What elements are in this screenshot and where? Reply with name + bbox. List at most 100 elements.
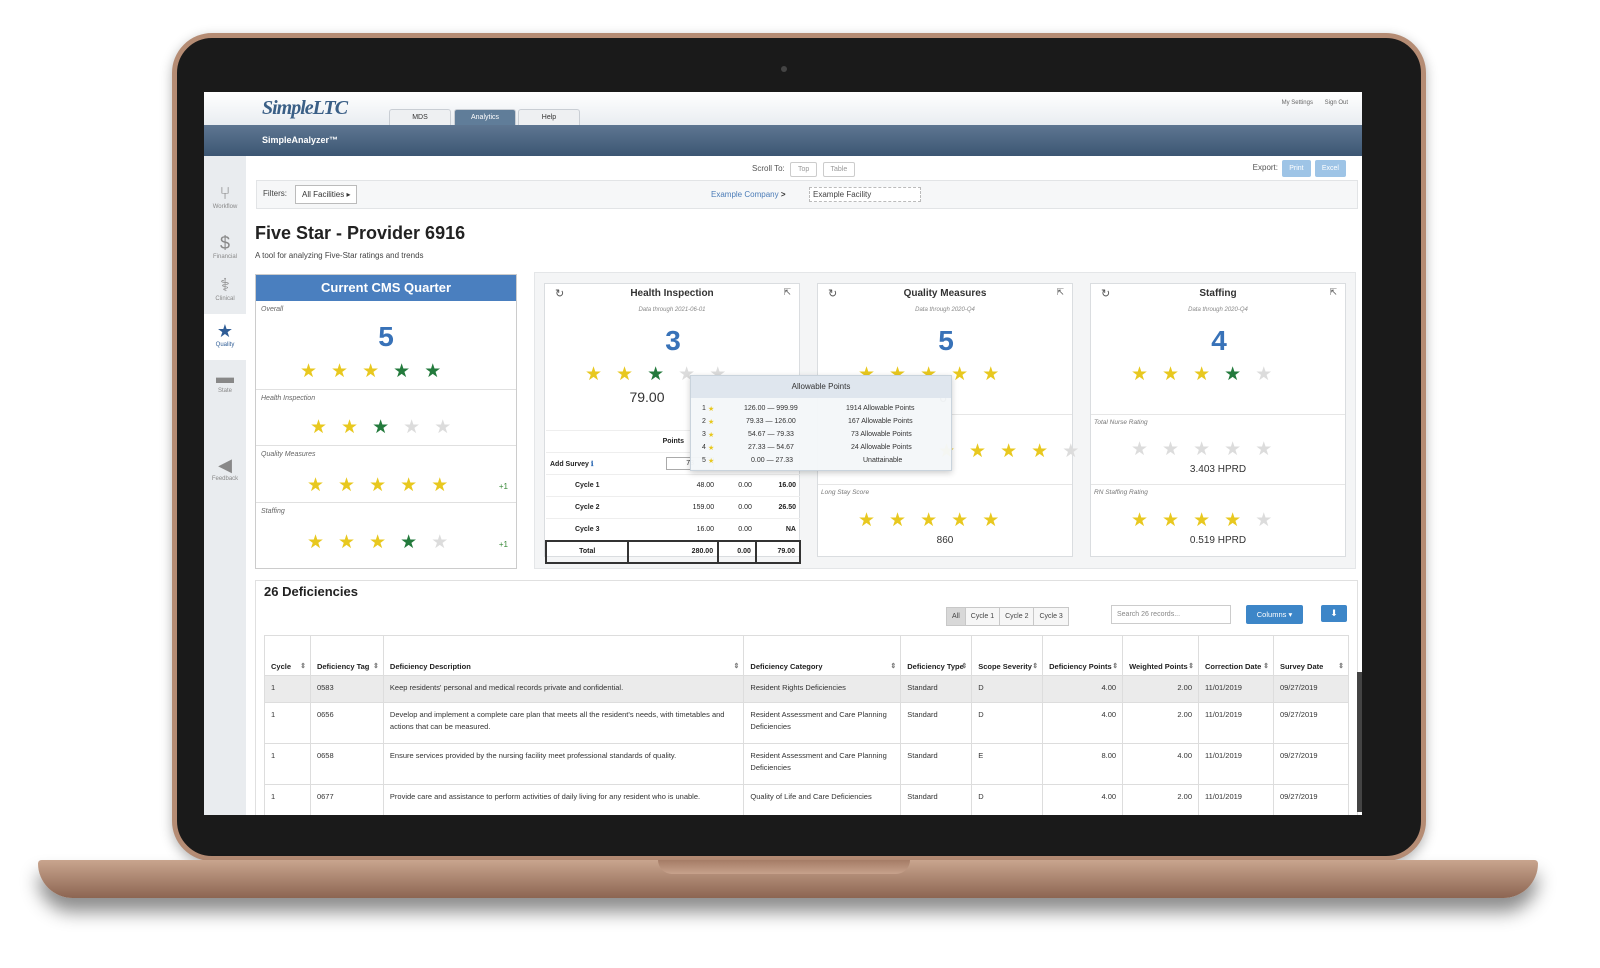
column-header[interactable]: Deficiency Points ⇕: [1042, 635, 1124, 676]
filter-all-button[interactable]: All: [946, 607, 966, 626]
star-icon: ★: [362, 361, 380, 382]
empty-star-icon: ★: [1224, 439, 1242, 460]
rn-staffing-value: 0.519 HPRD: [1189, 535, 1247, 546]
column-header[interactable]: Scope Severity ⇕: [971, 635, 1044, 676]
download-icon[interactable]: ⬇: [1321, 605, 1347, 622]
tooltip-title: Allowable Points: [691, 376, 951, 398]
sidebar-item-label: Workflow: [212, 204, 238, 210]
sort-icon: ⇕: [1263, 663, 1269, 670]
filters-label: Filters:: [263, 189, 287, 198]
star-icon: ★: [431, 475, 449, 496]
table-row[interactable]: 1 0583 Keep residents' personal and medica…: [264, 675, 1350, 703]
sign-out-link[interactable]: Sign Out: [1325, 100, 1348, 106]
facility-selector[interactable]: Example Facility: [809, 187, 921, 202]
breadcrumb-company[interactable]: Example Company: [711, 190, 779, 199]
overall-stars: ★ ★ ★ ★ ★: [300, 362, 455, 382]
column-header[interactable]: Survey Date ⇕: [1272, 635, 1350, 676]
sidebar-item-quality[interactable]: ★ Quality: [204, 314, 246, 360]
scroll-table-button[interactable]: Table: [822, 162, 856, 177]
sidebar-item-state[interactable]: ▬ State: [204, 360, 246, 406]
sort-icon: ⇕: [300, 663, 306, 670]
sidebar-item-label: Quality: [215, 342, 235, 348]
column-header[interactable]: Deficiency Type ⇕: [900, 635, 973, 676]
export-bar: Export: Print Excel: [1253, 160, 1346, 177]
deficiency-search-input[interactable]: Search 26 records...: [1111, 605, 1231, 624]
my-settings-link[interactable]: My Settings: [1282, 100, 1313, 106]
star-icon: ★: [1131, 364, 1149, 385]
tab-help[interactable]: Help: [518, 109, 580, 125]
star-icon: ★: [1031, 441, 1049, 462]
sort-icon: ⇕: [1032, 663, 1039, 670]
vertical-scrollbar[interactable]: [1357, 672, 1362, 812]
dollar-icon: $: [219, 233, 230, 253]
table-row[interactable]: 1 0658 Ensure services provided by the nur…: [264, 743, 1350, 785]
health-rating: 3: [665, 325, 681, 356]
sidebar-item-clinical[interactable]: ⚕ Clinical: [204, 268, 246, 314]
sidebar-item-label: State: [217, 388, 232, 394]
star-icon: ★: [1162, 364, 1180, 385]
table-row[interactable]: 1 0677 Provide care and assistance to perf…: [264, 784, 1350, 815]
staffing-stars: ★ ★ ★ ★ ★: [307, 533, 462, 553]
star-icon: ★: [393, 361, 411, 382]
table-row: Cycle 3 16.00 0.00 NA: [546, 518, 800, 541]
column-header[interactable]: Cycle ⇕: [264, 635, 311, 676]
sort-icon: ⇕: [1188, 663, 1194, 670]
column-header[interactable]: Deficiency Category ⇕: [743, 635, 902, 676]
tooltip-row: 5 ★ 0.00 — 27.33 Unattainable: [702, 457, 903, 465]
star-icon: ★: [341, 417, 359, 438]
column-header[interactable]: Correction Date ⇕: [1198, 635, 1274, 676]
star-icon: ★: [300, 361, 318, 382]
qm-stars: ★ ★ ★ ★ ★: [307, 476, 462, 496]
star-icon: ★: [307, 475, 325, 496]
rn-staffing-label: RN Staffing Rating: [1094, 489, 1148, 496]
star-icon: ★: [647, 364, 665, 385]
scroll-top-button[interactable]: Top: [790, 162, 818, 177]
filter-cycle1-button[interactable]: Cycle 1: [964, 607, 1001, 626]
sidebar-item-financial[interactable]: $ Financial: [204, 226, 246, 272]
sidebar-item-workflow[interactable]: ⑂ Workflow: [204, 176, 246, 222]
app-logo: SimpleLTC: [262, 97, 348, 119]
stethoscope-icon: ⚕: [220, 275, 230, 295]
table-row: Cycle 1 48.00 0.00 16.00: [546, 474, 800, 497]
print-button[interactable]: Print: [1282, 160, 1311, 177]
star-icon: ★: [982, 364, 1000, 385]
total-nurse-value: 3.403 HPRD: [1189, 464, 1247, 475]
empty-star-icon: ★: [1255, 439, 1273, 460]
filter-cycle2-button[interactable]: Cycle 2: [999, 607, 1035, 626]
sidebar-item-feedback[interactable]: ◀ Feedback: [204, 448, 246, 494]
star-icon: ★: [858, 510, 876, 531]
empty-star-icon: ★: [403, 417, 421, 438]
short-stay-stars: ★★★★★: [938, 442, 1093, 462]
star-icon: ★: [889, 510, 907, 531]
facility-filter-select[interactable]: All Facilities ▸: [295, 185, 358, 204]
staffing-card-stars: ★ ★ ★ ★ ★: [1131, 365, 1286, 385]
columns-button[interactable]: Columns ▾: [1246, 605, 1303, 624]
star-icon: ★: [400, 532, 418, 553]
column-header[interactable]: Deficiency Description ⇕: [382, 635, 745, 676]
tooltip-row: 4 ★ 27.33 — 54.67 24 Allowable Points: [702, 444, 912, 452]
column-header[interactable]: Weighted Points ⇕: [1122, 635, 1199, 676]
star-icon: ★: [951, 364, 969, 385]
excel-button[interactable]: Excel: [1314, 160, 1346, 177]
long-stay-stars: ★ ★ ★ ★ ★: [858, 511, 1013, 531]
sort-icon: ⇕: [733, 663, 740, 670]
star-icon: ★: [920, 510, 938, 531]
workflow-icon: ⑂: [219, 183, 231, 203]
breadcrumb: Example Company >: [711, 190, 786, 199]
tab-mds[interactable]: MDS: [389, 109, 451, 125]
add-survey-label: Add Survey: [550, 460, 589, 468]
star-icon: ★: [338, 532, 356, 553]
tab-analytics[interactable]: Analytics: [454, 109, 516, 125]
facility-filter-value: All Facilities: [302, 190, 345, 199]
table-row[interactable]: 1 0656 Develop and implement a complete ca…: [264, 702, 1350, 744]
tooltip-row: 1 ★ 126.00 — 999.99 1914 Allowable Points: [702, 405, 915, 413]
staffing-rating: 4: [1211, 325, 1227, 356]
empty-star-icon: ★: [1062, 441, 1080, 462]
sort-icon: ⇕: [1112, 663, 1119, 670]
cms-quarter-title: Current CMS Quarter: [256, 275, 516, 301]
top-links: My Settings Sign Out: [1272, 100, 1348, 106]
column-header[interactable]: Deficiency Tag ⇕: [309, 635, 384, 676]
filter-cycle3-button[interactable]: Cycle 3: [1033, 607, 1069, 626]
total-nurse-stars: ★ ★ ★ ★ ★: [1131, 440, 1286, 460]
overall-label: Overall: [261, 306, 284, 313]
